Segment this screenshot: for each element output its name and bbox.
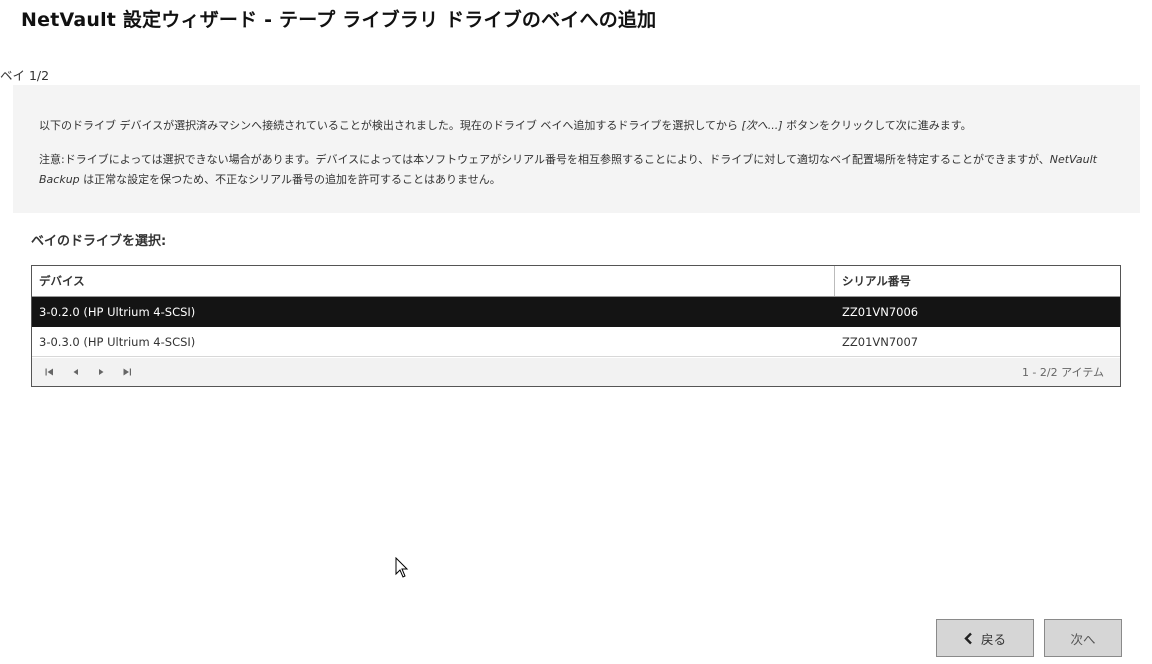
prev-page-icon [73, 369, 78, 375]
grid-pager: 1 - 2/2 アイテム [32, 358, 1120, 386]
next-button-reference: [次へ...] [741, 119, 783, 132]
info-line1-tail: ボタンをクリックして次に進みます。 [782, 119, 972, 132]
table-row[interactable]: 3-0.3.0 (HP Ultrium 4-SCSI) ZZ01VN7007 [32, 327, 1120, 357]
info-line2-text: 注意:ドライブによっては選択できない場合があります。デバイスによっては本ソフトウ… [39, 153, 1050, 166]
prev-page-button[interactable] [62, 358, 88, 386]
table-row[interactable]: 3-0.2.0 (HP Ultrium 4-SCSI) ZZ01VN7006 [32, 297, 1120, 327]
pager-item-count: 1 - 2/2 アイテム [1021, 366, 1104, 379]
info-paragraph-2: 注意:ドライブによっては選択できない場合があります。デバイスによっては本ソフトウ… [39, 150, 1114, 190]
page-title: NetVault 設定ウィザード - テープ ライブラリ ドライブのベイへの追加 [21, 9, 657, 31]
device-cell: 3-0.3.0 (HP Ultrium 4-SCSI) [39, 334, 196, 349]
serial-cell: ZZ01VN7007 [842, 334, 919, 349]
first-page-button[interactable] [36, 358, 62, 386]
info-line1-text: 以下のドライブ デバイスが選択済みマシンへ接続されていることが検出されました。現… [39, 119, 742, 132]
mouse-cursor-icon [395, 557, 409, 578]
back-button-label: 戻る [980, 631, 1006, 647]
select-drive-label: ベイのドライブを選択: [31, 234, 167, 249]
device-cell: 3-0.2.0 (HP Ultrium 4-SCSI) [39, 305, 196, 319]
bay-label: ベイ 1/2 [0, 68, 50, 83]
info-box: 以下のドライブ デバイスが選択済みマシンへ接続されていることが検出されました。現… [13, 85, 1140, 213]
back-button[interactable]: 戻る [936, 619, 1034, 657]
next-button[interactable]: 次へ [1044, 619, 1122, 657]
first-page-icon [45, 368, 53, 376]
next-button-label: 次へ [1070, 631, 1096, 647]
column-header-serial[interactable]: シリアル番号 [835, 266, 1120, 296]
next-page-icon [98, 369, 103, 375]
next-page-button[interactable] [88, 358, 114, 386]
column-header-device[interactable]: デバイス [32, 266, 835, 296]
chevron-left-icon [964, 632, 973, 645]
grid-header: デバイス シリアル番号 [32, 266, 1120, 297]
last-page-icon [123, 368, 131, 376]
drive-grid: デバイス シリアル番号 3-0.2.0 (HP Ultrium 4-SCSI) … [31, 265, 1121, 387]
info-paragraph-1: 以下のドライブ デバイスが選択済みマシンへ接続されていることが検出されました。現… [39, 116, 1114, 136]
serial-cell: ZZ01VN7006 [842, 305, 919, 319]
last-page-button[interactable] [114, 358, 140, 386]
info-line2-tail: は正常な設定を保つため、不正なシリアル番号の追加を許可することはありません。 [79, 173, 501, 186]
